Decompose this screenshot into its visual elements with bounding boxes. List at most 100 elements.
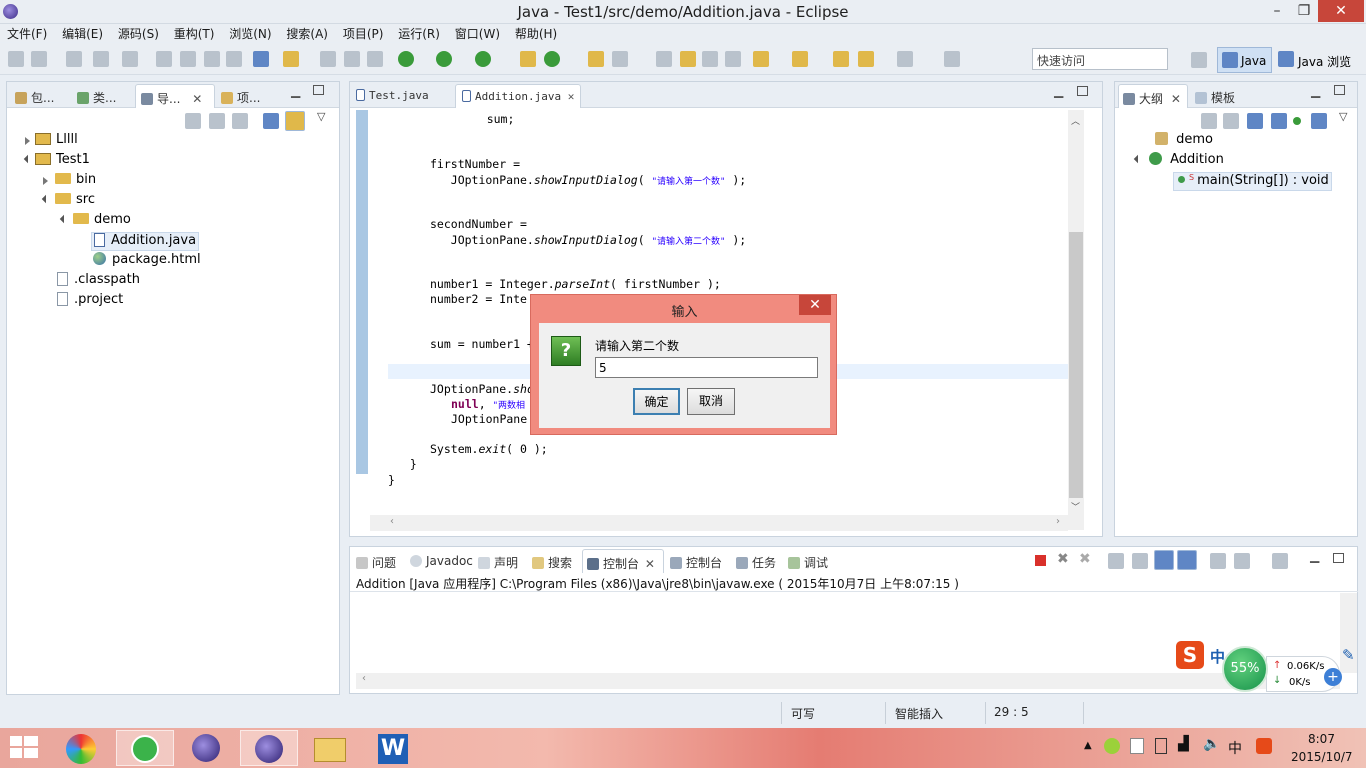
taskbar-app-explorer[interactable]	[300, 730, 358, 766]
hide-fields-icon[interactable]	[1247, 113, 1263, 129]
tray-network-icon[interactable]: ▟	[1178, 736, 1189, 752]
dialog-input[interactable]	[595, 357, 818, 378]
print-icon[interactable]	[367, 51, 383, 67]
code-line[interactable]: }	[388, 473, 395, 487]
menu-search[interactable]: 搜索(A)	[286, 24, 328, 42]
resume-icon[interactable]	[156, 51, 172, 67]
close-tab-icon[interactable]: ✕	[568, 90, 575, 103]
back-nav-icon[interactable]	[185, 113, 201, 129]
tab-navigator[interactable]: 导... ✕	[135, 84, 215, 108]
code-line[interactable]: sum;	[459, 112, 515, 126]
tab-test-java[interactable]: Test.java	[356, 84, 429, 108]
remove-all-icon[interactable]: ✖	[1079, 551, 1091, 567]
close-tab-icon[interactable]: ✕	[645, 557, 655, 571]
minimize-view-icon[interactable]: ▁	[1311, 84, 1320, 98]
save-icon[interactable]	[320, 51, 336, 67]
collapse-all-icon[interactable]	[263, 113, 279, 129]
tab-package-explorer[interactable]: 包...	[15, 84, 54, 108]
tray-volume-icon[interactable]: 🔈	[1203, 736, 1220, 752]
view-menu-icon[interactable]: ▽	[1339, 110, 1347, 123]
new-icon[interactable]	[8, 51, 24, 67]
taskbar-app-eclipse-1[interactable]	[178, 730, 236, 766]
show-hidden-icons[interactable]: ▲	[1084, 740, 1092, 751]
code-line[interactable]: secondNumber =	[430, 217, 527, 231]
collapse-icon[interactable]	[41, 194, 51, 204]
code-line[interactable]: firstNumber =	[430, 157, 520, 171]
menu-file[interactable]: 文件(F)	[7, 24, 47, 42]
back-icon[interactable]	[858, 51, 874, 67]
taskbar-app-wps[interactable]: W	[364, 730, 422, 766]
sort-icon[interactable]	[1223, 113, 1239, 129]
tray-clock-date[interactable]: 2015/10/7	[1291, 750, 1353, 764]
console-horizontal-scrollbar[interactable]: ‹	[356, 673, 1340, 689]
code-line[interactable]: null, "两数相	[451, 397, 525, 411]
vertical-scrollbar[interactable]: ︿ ﹀	[1068, 110, 1084, 530]
step-icon[interactable]	[122, 51, 138, 67]
tab-problems[interactable]: 问题	[356, 549, 396, 573]
show-whitespace-icon[interactable]	[725, 51, 741, 67]
redo-icon[interactable]	[93, 51, 109, 67]
menu-help[interactable]: 帮助(H)	[515, 24, 557, 42]
tab-javadoc[interactable]: Javadoc	[410, 549, 473, 573]
minimize-view-icon[interactable]: ▁	[291, 84, 300, 98]
code-line[interactable]: number2 = Inte	[430, 292, 527, 306]
collapse-icon[interactable]	[59, 214, 69, 224]
tray-flag-icon[interactable]	[1130, 738, 1144, 754]
menu-edit[interactable]: 编辑(E)	[62, 24, 103, 42]
prev-annotation-icon[interactable]	[792, 51, 808, 67]
tab-console-active[interactable]: 控制台 ✕	[582, 549, 664, 573]
save-all-icon[interactable]	[344, 51, 360, 67]
close-button[interactable]: ✕	[1318, 0, 1364, 22]
plus-icon[interactable]: +	[1324, 668, 1342, 686]
undo-icon[interactable]	[66, 51, 82, 67]
minimize-editor-icon[interactable]: ▁	[1054, 84, 1063, 98]
tab-templates[interactable]: 模板	[1195, 84, 1235, 108]
menu-source[interactable]: 源码(S)	[118, 24, 159, 42]
tree-item-package-html[interactable]: package.html	[93, 252, 201, 272]
coverage-icon[interactable]	[475, 51, 491, 67]
clear-console-icon[interactable]	[1108, 553, 1124, 569]
code-line[interactable]: JOptionPane.sho	[430, 382, 534, 396]
link-editor-icon[interactable]	[285, 111, 305, 131]
remove-launch-icon[interactable]: ✖	[1057, 551, 1069, 567]
view-menu-icon[interactable]: ▽	[317, 110, 325, 123]
memory-usage-indicator[interactable]: 55%	[1222, 646, 1268, 692]
code-line[interactable]: JOptionPane	[451, 412, 527, 426]
menu-run[interactable]: 运行(R)	[398, 24, 440, 42]
menu-refactor[interactable]: 重构(T)	[174, 24, 215, 42]
collapse-icon[interactable]	[1133, 154, 1143, 164]
tab-outline[interactable]: 大纲 ✕	[1118, 84, 1188, 108]
tab-console-2[interactable]: 控制台	[670, 549, 722, 573]
tray-360-icon[interactable]	[1104, 738, 1120, 754]
sogou-ime-icon[interactable]: S	[1176, 641, 1204, 669]
code-line[interactable]: number1 = Integer.parseInt( firstNumber …	[430, 277, 721, 291]
tray-sogou-icon[interactable]	[1256, 738, 1272, 754]
perspective-java-button[interactable]: Java	[1217, 47, 1272, 73]
tab-tasks[interactable]: 任务	[736, 549, 776, 573]
open-perspective-icon[interactable]	[1191, 52, 1207, 68]
menu-navigate[interactable]: 浏览(N)	[229, 24, 271, 42]
hide-nonpublic-icon[interactable]	[1293, 117, 1301, 125]
maximize-editor-icon[interactable]	[1077, 86, 1088, 96]
up-nav-icon[interactable]	[232, 113, 248, 129]
perspective-java-browse-button[interactable]: Java 浏览	[1278, 47, 1358, 73]
outline-item-method[interactable]: Smain(String[]) : void	[1173, 172, 1332, 191]
tray-clock-time[interactable]: 8:07	[1308, 732, 1335, 746]
tree-item-project[interactable]: .project	[57, 292, 123, 312]
display-console-icon[interactable]	[1234, 553, 1250, 569]
start-button[interactable]	[10, 736, 38, 760]
maximize-view-icon[interactable]	[313, 85, 324, 95]
ok-button[interactable]: 确定	[633, 388, 680, 415]
code-line[interactable]: System.exit( 0 );	[430, 442, 548, 456]
show-on-output-icon[interactable]	[1154, 550, 1174, 570]
tab-addition-java[interactable]: Addition.java ✕	[455, 84, 581, 108]
menu-project[interactable]: 项目(P)	[343, 24, 384, 42]
pin-console-icon[interactable]	[1210, 553, 1226, 569]
new-package-icon[interactable]	[520, 51, 536, 67]
tray-battery-icon[interactable]	[1155, 738, 1167, 754]
maximize-button[interactable]: ❐	[1291, 0, 1317, 22]
collapse-all-icon[interactable]	[1201, 113, 1217, 129]
open-folder-icon[interactable]	[588, 51, 604, 67]
tab-type-hierarchy[interactable]: 类...	[77, 84, 116, 108]
code-line[interactable]: JOptionPane.showInputDialog( "请输入第二个数" )…	[430, 233, 746, 247]
